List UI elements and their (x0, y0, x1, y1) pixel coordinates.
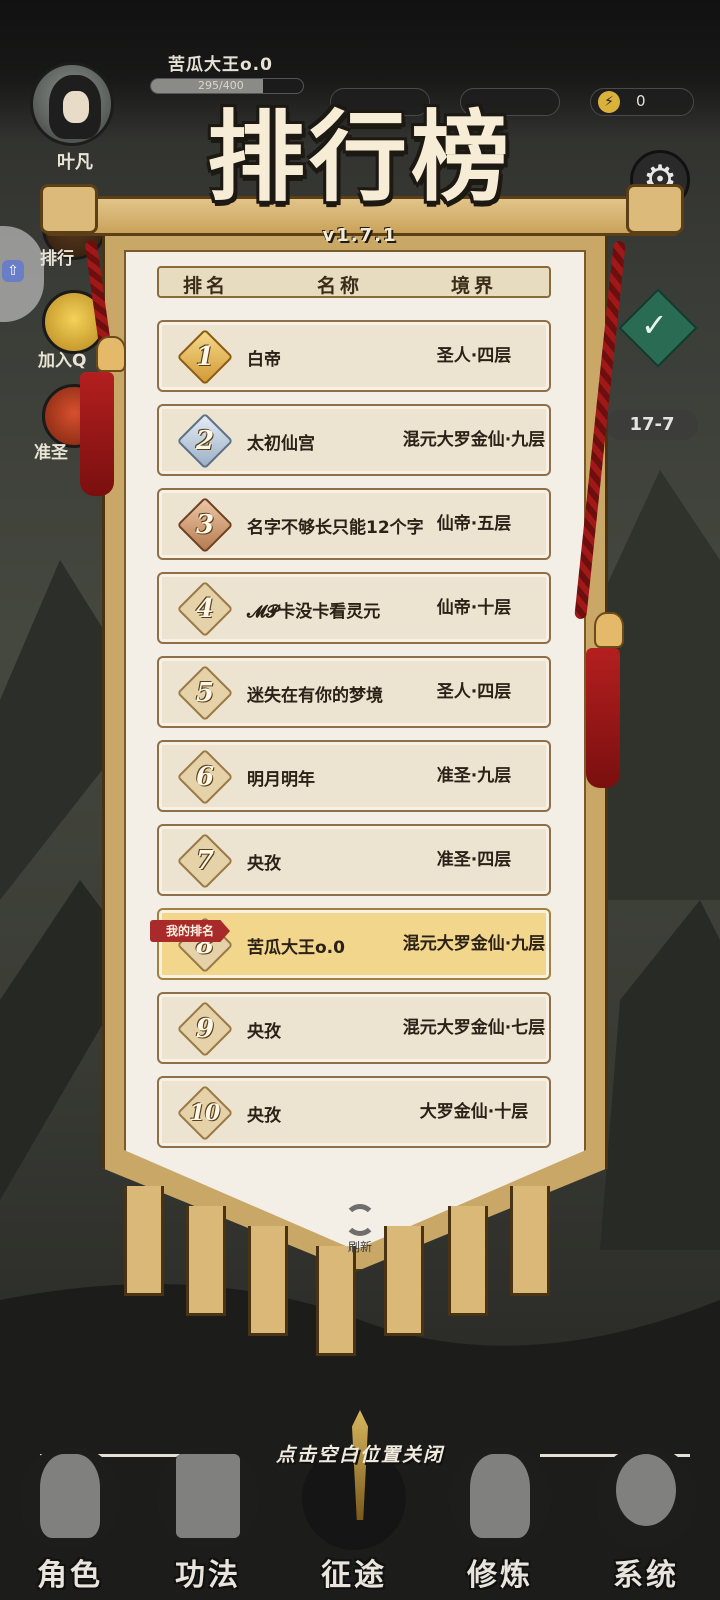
realm-cell: 圣人·四层 (436, 682, 512, 702)
column-name-header: 名称 (317, 275, 364, 297)
nav-system[interactable]: 系统 (586, 1440, 706, 1600)
column-realm-header: 境界 (451, 275, 498, 297)
nav-label: 系统 (613, 1558, 679, 1593)
floating-assist-icon: ⇧ (2, 260, 24, 282)
nav-label: 修炼 (467, 1558, 533, 1593)
realm-cell: 准圣·九层 (436, 766, 512, 786)
player-name: 苦瓜大王o.0 (168, 55, 273, 75)
player-name-cell: 𝓜𝓟卡没卡看灵元 (247, 602, 381, 622)
player-name-cell: 央孜 (247, 1022, 281, 1042)
refresh-icon (344, 1204, 376, 1236)
banner-fringe (510, 1186, 550, 1296)
nav-label: 征途 (321, 1558, 387, 1593)
rank-number: 3 (195, 510, 215, 540)
version-label: v1.7.1 (322, 225, 398, 246)
check-icon: ✓ (641, 306, 668, 344)
rank-number: 9 (195, 1014, 215, 1044)
table-row[interactable]: 3 名字不够长只能12个字 仙帝·五层 (157, 488, 551, 560)
player-name-cell: 迷失在有你的梦境 (247, 686, 383, 706)
player-name-cell: 明月明年 (247, 770, 315, 790)
rod-end-left (40, 184, 98, 234)
table-row[interactable]: 4 𝓜𝓟卡没卡看灵元 仙帝·十层 (157, 572, 551, 644)
realm-cell: 圣人·四层 (436, 346, 512, 366)
left-tassel (80, 372, 114, 496)
system-icon (616, 1454, 676, 1526)
table-row[interactable]: 2 太初仙宫 混元大罗金仙·九层 (157, 404, 551, 476)
ranking-side-label: 排行 (40, 249, 74, 269)
realm-cell: 仙帝·五层 (436, 514, 512, 534)
player-name-cell: 名字不够长只能12个字 (247, 518, 424, 538)
table-row[interactable]: 1 白帝 圣人·四层 (157, 320, 551, 392)
right-tassel (586, 648, 620, 788)
left-bell-icon (96, 336, 126, 372)
rank-number: 1 (195, 342, 215, 372)
energy-value: 0 (636, 92, 646, 110)
banner-fringe (248, 1226, 288, 1336)
player-avatar[interactable] (30, 62, 114, 146)
player-name-cell: 苦瓜大王o.0 (247, 938, 345, 958)
rank-number: 10 (189, 1100, 221, 1126)
leaderboard-title: 排行榜 (206, 100, 513, 215)
player-name-cell: 央孜 (247, 1106, 281, 1126)
rod-end-right (626, 184, 684, 234)
realm-cell: 大罗金仙·十层 (419, 1102, 529, 1122)
banner-fringe (316, 1246, 356, 1356)
table-row[interactable]: 7 央孜 准圣·四层 (157, 824, 551, 896)
my-rank-row[interactable]: 8 苦瓜大王o.0 混元大罗金仙·九层 (157, 908, 551, 980)
refresh-button[interactable]: 刷新 (330, 1204, 390, 1255)
nav-label: 功法 (175, 1558, 241, 1593)
rank-number: 5 (195, 678, 215, 708)
nav-label: 角色 (37, 1558, 103, 1593)
rank-number: 7 (195, 846, 215, 876)
table-row[interactable]: 6 明月明年 准圣·九层 (157, 740, 551, 812)
table-row[interactable]: 5 迷失在有你的梦境 圣人·四层 (157, 656, 551, 728)
realm-cell: 仙帝·十层 (436, 598, 512, 618)
stage-indicator[interactable]: 17-7 (606, 410, 698, 440)
realm-cell: 混元大罗金仙·九层 (402, 430, 546, 450)
join-group-label: 加入Q (38, 351, 87, 371)
close-hint-text: 点击空白位置关闭 (275, 1444, 444, 1466)
player-name-cell: 太初仙宫 (247, 434, 315, 454)
nav-character[interactable]: 角色 (10, 1440, 130, 1600)
column-rank-header: 排名 (183, 275, 230, 297)
character-icon (40, 1454, 100, 1538)
table-header: 排名 名称 境界 (157, 266, 551, 298)
avatar-label: 叶凡 (57, 152, 93, 173)
refresh-label: 刷新 (347, 1240, 372, 1254)
lightning-icon: ⚡ (598, 91, 620, 113)
realm-cell: 混元大罗金仙·七层 (402, 1018, 546, 1038)
rank-number: 2 (195, 426, 215, 456)
banner-fringe (448, 1206, 488, 1316)
rank-number: 6 (195, 762, 215, 792)
realm-cell: 混元大罗金仙·九层 (402, 934, 546, 954)
player-name-cell: 白帝 (247, 350, 281, 370)
banner-fringe (384, 1226, 424, 1336)
avatar-face (63, 91, 89, 123)
table-row[interactable]: 9 央孜 混元大罗金仙·七层 (157, 992, 551, 1064)
my-rank-tag: 我的排名 (150, 920, 230, 942)
right-bell-icon (594, 612, 624, 648)
banner-fringe (124, 1186, 164, 1296)
realm-cell: 准圣·四层 (436, 850, 512, 870)
gift-side-label: 准圣 (34, 443, 68, 463)
player-name-cell: 央孜 (247, 854, 281, 874)
table-row[interactable]: 10 央孜 大罗金仙·十层 (157, 1076, 551, 1148)
banner-fringe (186, 1206, 226, 1316)
rank-number: 4 (195, 594, 215, 624)
